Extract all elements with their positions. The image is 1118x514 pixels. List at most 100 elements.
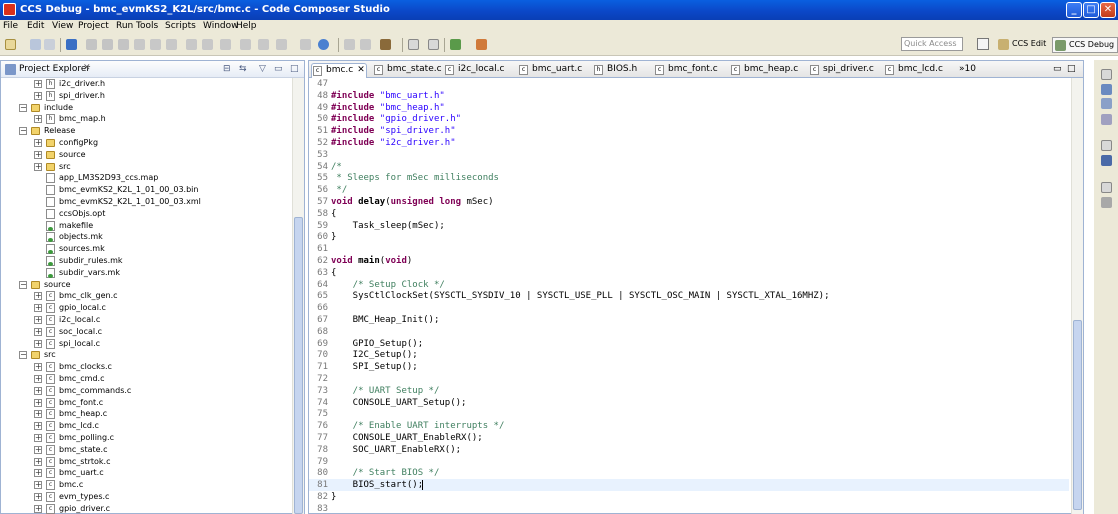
expand-icon[interactable]: + <box>34 327 42 336</box>
code-line[interactable]: 52 #include "i2c_driver.h" <box>309 137 1069 149</box>
tree-file[interactable]: ccsObjs.opt <box>1 208 291 220</box>
suspend-icon[interactable] <box>102 39 113 50</box>
code-line[interactable]: 80 /* Start BIOS */ <box>309 467 1069 479</box>
expand-icon[interactable]: + <box>34 316 42 324</box>
perspective-ccs-edit[interactable]: CCS Edit <box>996 37 1049 53</box>
resume-icon[interactable] <box>86 39 97 50</box>
tree-file[interactable]: objects.mk <box>1 231 291 243</box>
expand-icon[interactable]: + <box>34 292 42 301</box>
memory-view-icon[interactable] <box>1101 197 1112 208</box>
expressions-icon[interactable] <box>344 39 355 50</box>
expand-icon[interactable]: + <box>34 386 42 395</box>
expand-icon[interactable]: + <box>34 339 42 348</box>
registers-view-icon[interactable] <box>1101 114 1112 125</box>
expand-icon[interactable]: + <box>34 398 42 407</box>
restore-icon[interactable] <box>1101 140 1112 151</box>
tree-file[interactable]: + c bmc_uart.c <box>1 467 291 479</box>
expand-icon[interactable]: + <box>34 422 42 431</box>
tree-file[interactable]: + h spi_driver.h <box>1 90 291 102</box>
tree-folder[interactable]: + source <box>1 149 291 161</box>
scrollbar-thumb[interactable] <box>1073 320 1082 510</box>
code-line[interactable]: 82} <box>309 491 1069 503</box>
minimize-editor-icon[interactable]: ▭ <box>1053 63 1062 78</box>
menu-help[interactable]: Help <box>236 21 257 31</box>
code-line[interactable]: 81 BIOS_start(); <box>309 479 1069 491</box>
collapse-all-icon[interactable]: ⊟ <box>223 64 231 74</box>
maximize-editor-icon[interactable]: □ <box>1067 63 1076 78</box>
code-line[interactable]: 64 /* Setup Clock */ <box>309 279 1069 291</box>
code-editor[interactable]: 47 48 #include "bmc_uart.h" 49 #include "bmc… <box>309 78 1069 514</box>
tree-file[interactable]: app_LM3S2D93_ccs.map <box>1 172 291 184</box>
code-line[interactable]: 65 SysCtlClockSet(SYSCTL_SYSDIV_10 | SYS… <box>309 290 1069 302</box>
connect-icon[interactable] <box>276 39 287 50</box>
tree-file[interactable]: + c evm_types.c <box>1 491 291 503</box>
debug-view-icon[interactable] <box>66 39 77 50</box>
collapse-icon[interactable]: − <box>19 351 27 360</box>
breakpoint-icon[interactable] <box>240 39 251 50</box>
code-line[interactable]: 49 #include "bmc_heap.h" <box>309 102 1069 114</box>
editor-tab[interactable]: c i2c_local.c <box>444 63 510 78</box>
expressions-view-icon[interactable] <box>1101 98 1112 109</box>
step-over-icon[interactable] <box>150 39 161 50</box>
expand-icon[interactable]: + <box>34 504 42 513</box>
editor-scrollbar[interactable] <box>1071 78 1083 514</box>
expand-icon[interactable]: + <box>34 91 42 100</box>
tree-file[interactable]: makefile <box>1 220 291 232</box>
tree-file[interactable]: + c bmc_lcd.c <box>1 420 291 432</box>
tree-file[interactable]: + c i2c_local.c <box>1 314 291 326</box>
editor-tab[interactable]: c bmc_state.c <box>373 63 442 78</box>
code-line[interactable]: 57 void delay(unsigned long mSec) <box>309 196 1069 208</box>
tab-close-icon[interactable]: ✕ <box>357 65 365 75</box>
code-line[interactable]: 60} <box>309 231 1069 243</box>
step-return-icon[interactable] <box>166 39 177 50</box>
reset-icon[interactable] <box>202 39 213 50</box>
link-editor-icon[interactable]: ⇆ <box>239 64 247 74</box>
tree-file[interactable]: + c bmc_cmd.c <box>1 373 291 385</box>
expand-icon[interactable]: + <box>34 80 42 88</box>
code-line[interactable]: 59 Task_sleep(mSec); <box>309 220 1069 232</box>
code-line[interactable]: 75 <box>309 408 1069 420</box>
menu-run[interactable]: Run <box>116 21 133 31</box>
code-line[interactable]: 67 BMC_Heap_Init(); <box>309 314 1069 326</box>
tree-file[interactable]: + h i2c_driver.h <box>1 78 291 90</box>
view-menu-icon[interactable]: ▽ <box>259 64 266 74</box>
tree-file[interactable]: + c gpio_local.c <box>1 302 291 314</box>
tree-file[interactable]: + c bmc_state.c <box>1 444 291 456</box>
expand-icon[interactable]: + <box>34 457 42 466</box>
gel-icon[interactable] <box>300 39 311 50</box>
tree-file[interactable]: + c bmc_commands.c <box>1 385 291 397</box>
code-line[interactable]: 68 <box>309 326 1069 338</box>
tree-file[interactable]: subdir_vars.mk <box>1 267 291 279</box>
tree-folder[interactable]: − source <box>1 279 291 291</box>
expand-icon[interactable]: + <box>34 410 42 419</box>
tree-file[interactable]: + c bmc_polling.c <box>1 432 291 444</box>
expand-icon[interactable]: + <box>34 115 42 124</box>
console-icon[interactable] <box>408 39 419 50</box>
expand-icon[interactable]: + <box>34 481 42 490</box>
code-line[interactable]: 56 */ <box>309 184 1069 196</box>
expand-icon[interactable]: + <box>34 363 42 372</box>
restart-icon[interactable] <box>186 39 197 50</box>
collapse-icon[interactable]: − <box>19 280 27 289</box>
clock-icon[interactable] <box>258 39 269 50</box>
tree-file[interactable]: bmc_evmKS2_K2L_1_01_00_03.xml <box>1 196 291 208</box>
editor-tab[interactable]: c spi_driver.c <box>809 63 875 78</box>
menu-project[interactable]: Project <box>78 21 109 31</box>
tree-file[interactable]: + c bmc.c <box>1 479 291 491</box>
maximize-button[interactable]: □ <box>1083 2 1099 18</box>
minimize-view-icon[interactable]: ▭ <box>274 64 283 74</box>
tree-file[interactable]: bmc_evmKS2_K2L_1_01_00_03.bin <box>1 184 291 196</box>
tree-file[interactable]: + c bmc_clocks.c <box>1 361 291 373</box>
code-line[interactable]: 62 void main(void) <box>309 255 1069 267</box>
code-line[interactable]: 54/* <box>309 161 1069 173</box>
save-all-icon[interactable] <box>44 39 55 50</box>
restore-icon[interactable] <box>1101 182 1112 193</box>
tree-file[interactable]: + c soc_local.c <box>1 326 291 338</box>
code-line[interactable]: 83 <box>309 503 1069 514</box>
search-icon[interactable] <box>428 39 439 50</box>
tools-icon[interactable] <box>380 39 391 50</box>
expand-icon[interactable]: + <box>34 162 42 171</box>
expand-icon[interactable]: + <box>34 493 42 501</box>
tab-overflow-button[interactable]: »10 <box>957 63 976 78</box>
perspective-ccs-debug[interactable]: CCS Debug <box>1052 37 1118 53</box>
